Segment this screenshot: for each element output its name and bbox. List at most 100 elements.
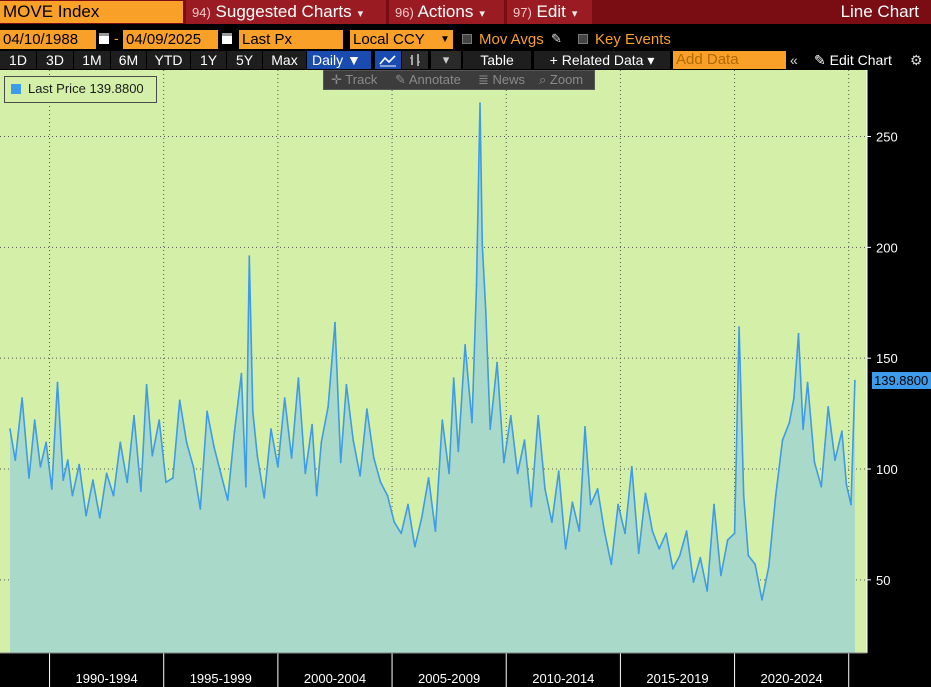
- key-events-checkbox[interactable]: [578, 34, 588, 44]
- data-point: [379, 481, 382, 484]
- track-tool[interactable]: ✛ Track: [331, 71, 377, 89]
- chart-style-dropdown-icon[interactable]: ▾: [431, 51, 461, 69]
- bar-chart-icon[interactable]: [402, 51, 428, 69]
- line-chart-icon[interactable]: [375, 51, 401, 69]
- calendar-icon[interactable]: [99, 33, 109, 44]
- data-point: [434, 530, 437, 532]
- data-point: [263, 496, 266, 499]
- data-point: [761, 598, 763, 601]
- data-point: [165, 481, 167, 484]
- data-point: [692, 581, 695, 583]
- data-point: [304, 472, 307, 475]
- mov-avgs-checkbox[interactable]: [462, 34, 472, 44]
- data-point: [71, 494, 74, 497]
- caret-down-icon: ▾: [357, 8, 364, 20]
- data-point: [427, 477, 430, 479]
- start-date-input[interactable]: 04/10/1988: [0, 30, 96, 49]
- add-data-input[interactable]: Add Data: [673, 51, 786, 69]
- data-point: [366, 408, 368, 411]
- caret-down-icon: ▼: [347, 52, 361, 68]
- range-1m-button[interactable]: 1M: [74, 51, 110, 69]
- edit-menu[interactable]: 97) Edit ▾: [507, 0, 592, 24]
- legend-entry: Last Price 139.8800: [28, 81, 144, 96]
- data-point: [665, 532, 667, 535]
- crosshair-icon: ✛: [331, 72, 342, 87]
- data-point: [481, 244, 484, 247]
- data-point: [738, 326, 740, 328]
- field-select[interactable]: Last Px: [239, 30, 343, 49]
- data-point: [584, 426, 586, 428]
- data-point: [92, 479, 94, 481]
- ticker-input[interactable]: MOVE Index: [0, 1, 183, 23]
- data-point: [414, 545, 416, 548]
- range-5y-button[interactable]: 5Y: [227, 51, 262, 69]
- suggested-charts-menu[interactable]: 94) Suggested Charts ▾: [186, 0, 386, 24]
- caret-down-icon: ▼: [440, 34, 450, 45]
- data-point: [290, 457, 293, 459]
- end-date-input[interactable]: 04/09/2025: [123, 30, 218, 49]
- menu-number: 94): [192, 5, 211, 20]
- controls-bar: 04/10/1988 - 04/09/2025 Last Px Local CC…: [0, 29, 931, 50]
- data-point: [747, 554, 750, 557]
- data-point: [352, 439, 355, 442]
- data-point: [742, 494, 745, 497]
- data-point: [145, 383, 148, 386]
- data-point: [793, 397, 795, 399]
- data-point: [850, 503, 852, 506]
- data-point: [797, 332, 800, 335]
- move-index-chart[interactable]: 50 100 150 200 250 1990-1994 1995-1999 2000-200…: [0, 70, 931, 687]
- data-point: [199, 508, 202, 510]
- y-tick-label: 150: [876, 351, 898, 366]
- y-tick-label: 100: [876, 462, 898, 477]
- data-point: [726, 539, 729, 541]
- data-point: [233, 430, 236, 433]
- news-tool[interactable]: ≣ News: [478, 71, 525, 89]
- data-point: [658, 547, 661, 550]
- currency-select[interactable]: Local CCY: [350, 30, 453, 49]
- data-point: [126, 481, 129, 484]
- range-3d-button[interactable]: 3D: [37, 51, 73, 69]
- data-point: [644, 492, 647, 495]
- range-6m-button[interactable]: 6M: [111, 51, 146, 69]
- legend[interactable]: Last Price 139.8800: [4, 76, 157, 103]
- calendar-icon[interactable]: [222, 33, 232, 44]
- annotate-tool[interactable]: ✎ Annotate: [395, 71, 461, 89]
- data-point: [112, 494, 115, 497]
- data-point: [219, 472, 222, 475]
- data-point: [50, 488, 53, 490]
- data-point: [213, 445, 215, 448]
- pencil-icon[interactable]: ✎: [551, 31, 562, 47]
- data-point: [475, 284, 478, 286]
- data-point: [557, 470, 560, 473]
- gear-icon[interactable]: ⚙: [910, 51, 923, 69]
- data-point: [315, 494, 318, 497]
- edit-chart-button[interactable]: ✎ Edit Chart: [814, 51, 892, 69]
- actions-menu[interactable]: 96) Actions ▾: [389, 0, 504, 24]
- data-point: [827, 406, 830, 408]
- collapse-icon[interactable]: «: [790, 51, 798, 69]
- range-ytd-button[interactable]: YTD: [147, 51, 190, 69]
- menu-number: 96): [395, 5, 414, 20]
- data-point: [452, 377, 455, 379]
- zoom-tool[interactable]: ⌕ Zoom: [539, 71, 583, 89]
- range-1d-button[interactable]: 1D: [0, 51, 36, 69]
- data-point: [334, 321, 336, 324]
- range-1y-button[interactable]: 1Y: [191, 51, 226, 69]
- table-button[interactable]: Table: [463, 51, 531, 69]
- data-point: [33, 419, 36, 422]
- data-point: [119, 441, 122, 444]
- range-max-button[interactable]: Max: [263, 51, 306, 69]
- data-point: [151, 454, 154, 457]
- x-tick-label: 2000-2004: [304, 671, 366, 686]
- data-point: [464, 344, 466, 346]
- data-point: [713, 503, 715, 506]
- mov-avgs-label: Mov Avgs: [479, 31, 544, 48]
- data-point: [270, 428, 272, 430]
- data-point: [806, 381, 809, 384]
- frequency-select[interactable]: Daily ▼: [307, 51, 371, 69]
- x-tick-label: 1995-1999: [190, 671, 252, 686]
- related-data-menu[interactable]: + Related Data ▾: [534, 51, 670, 69]
- frequency-label: Daily: [312, 52, 344, 68]
- y-tick-label: 50: [876, 573, 890, 588]
- data-point: [496, 361, 498, 364]
